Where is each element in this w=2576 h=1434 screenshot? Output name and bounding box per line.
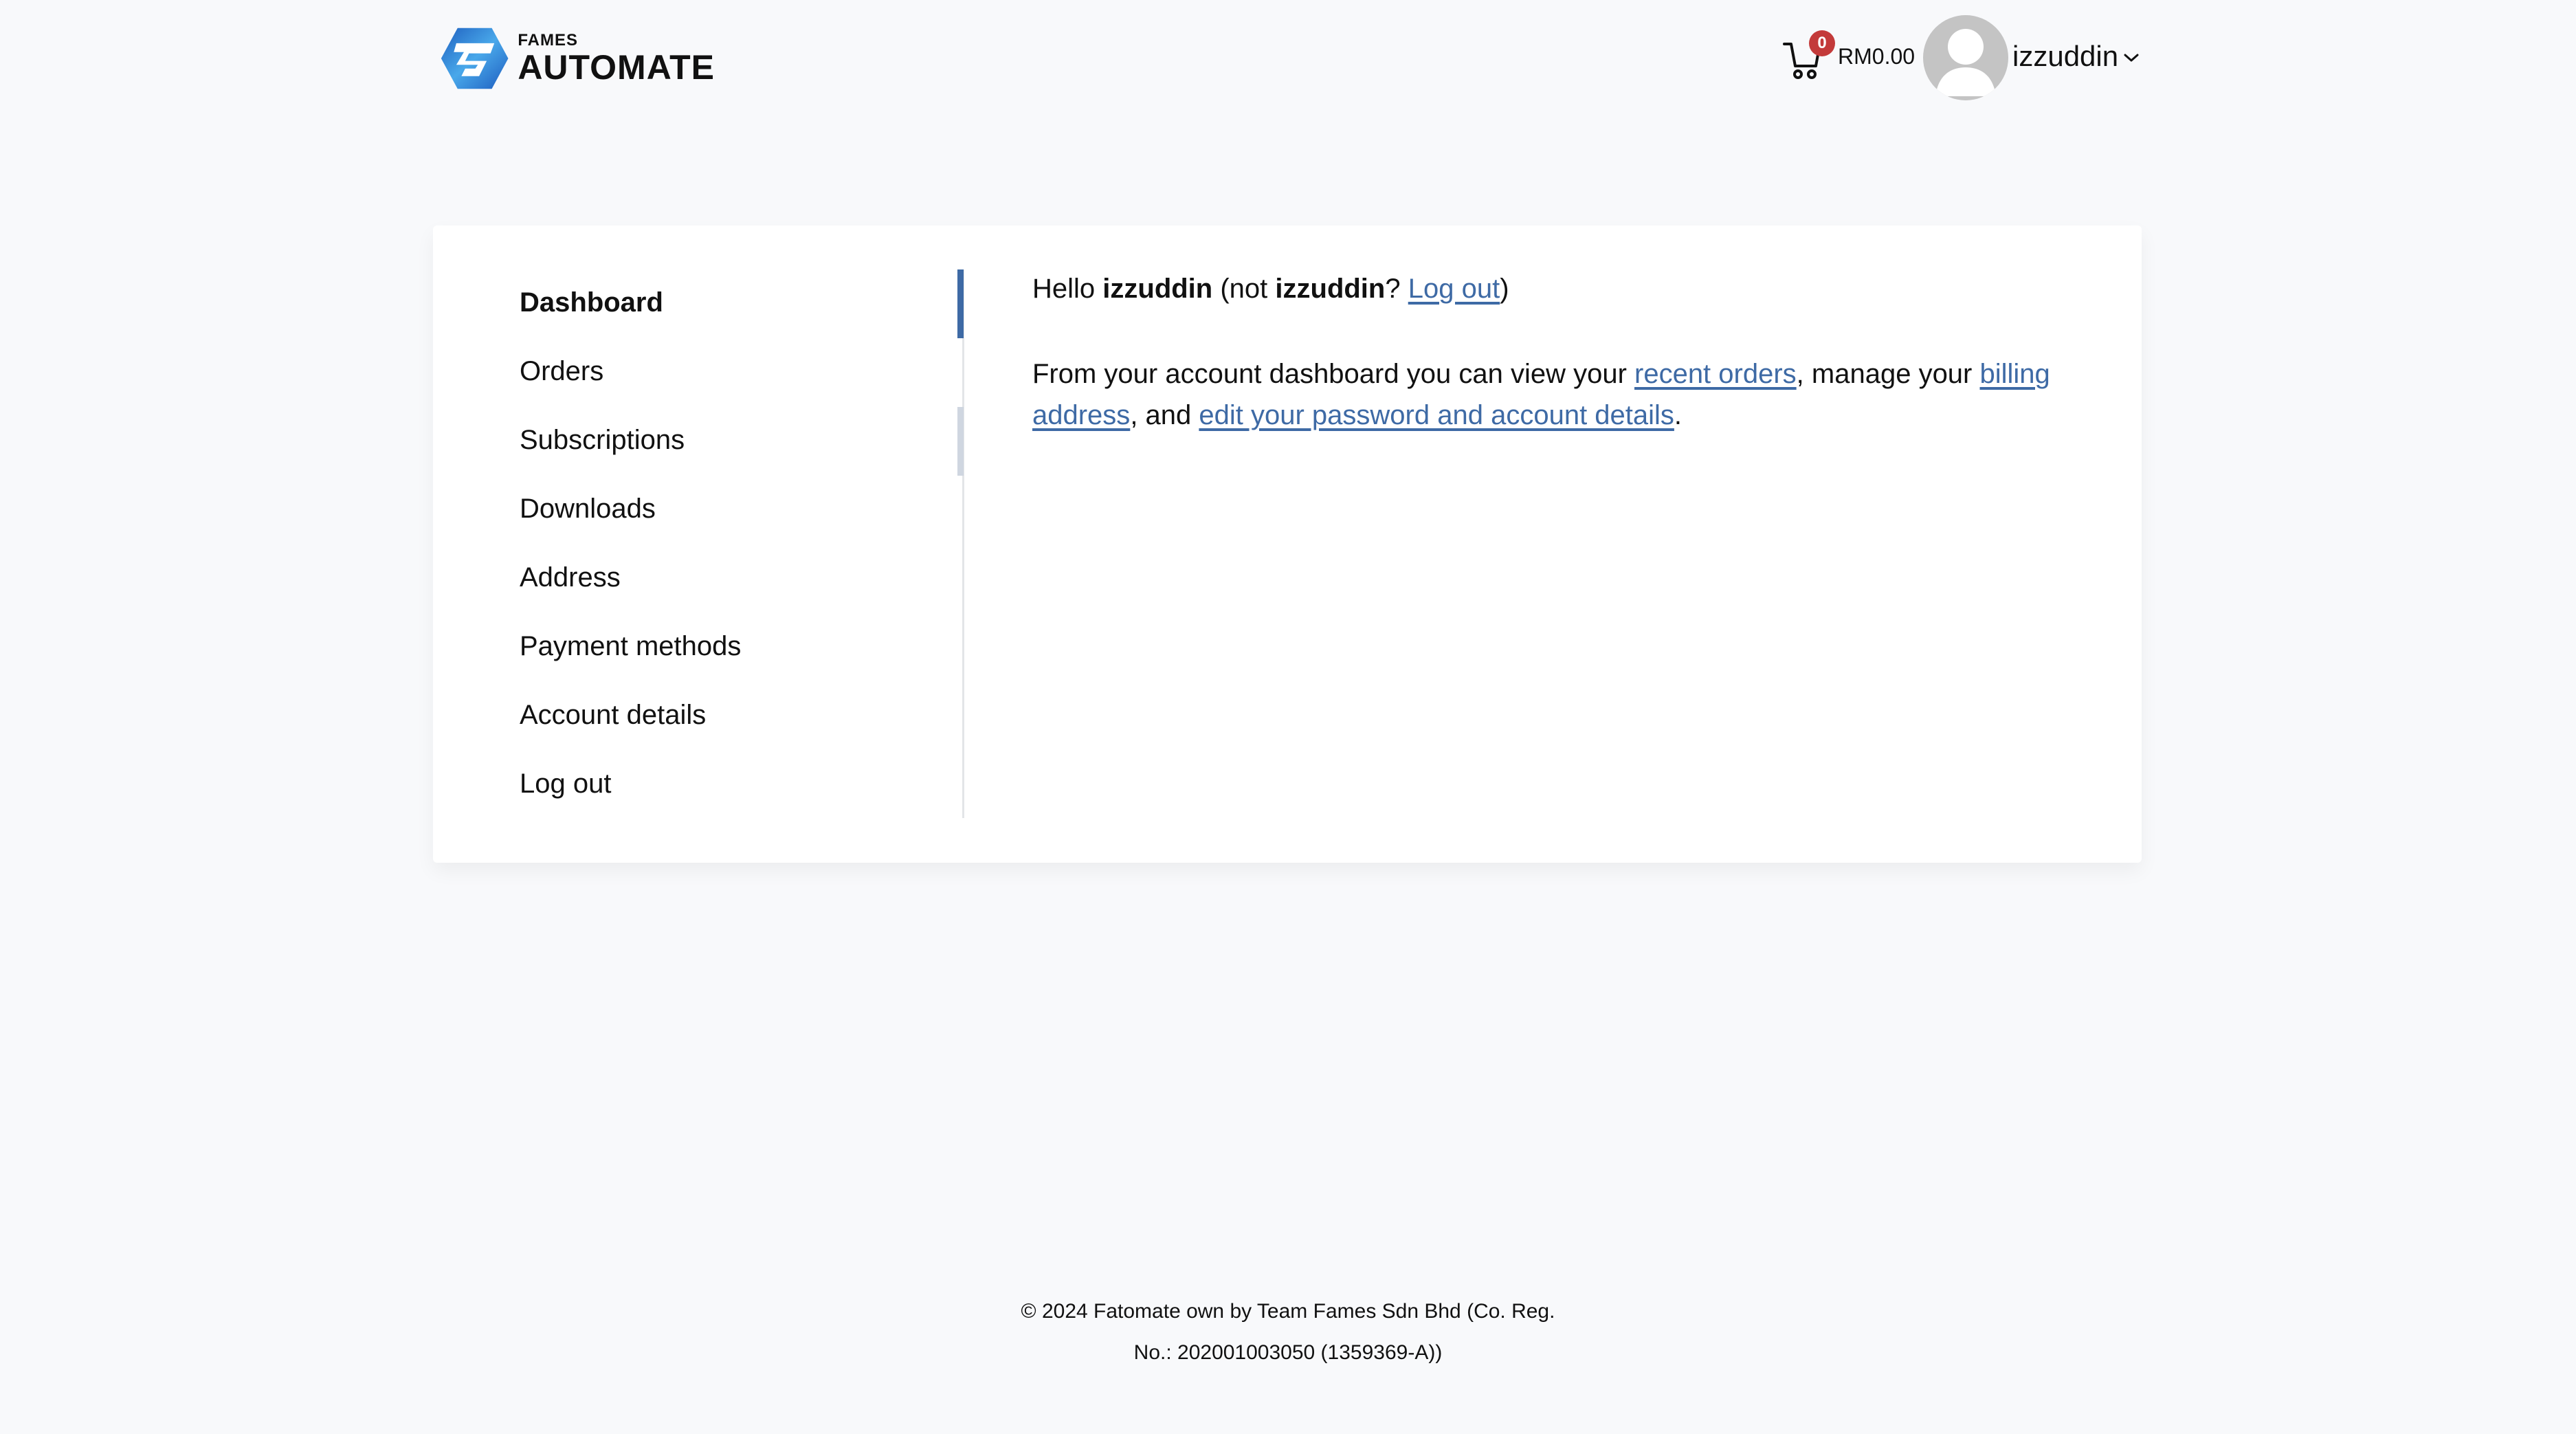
greeting-not-username: izzuddin [1275, 274, 1386, 304]
site-footer: © 2024 Fatomate own by Team Fames Sdn Bh… [0, 1291, 2576, 1374]
user-avatar-icon [1935, 29, 1996, 96]
greeting-logout-link[interactable]: Log out [1408, 274, 1500, 304]
cart-button[interactable]: 0 [1781, 30, 1835, 80]
active-nav-indicator [957, 269, 964, 338]
account-navigation: Dashboard Orders Subscriptions Downloads… [520, 268, 959, 818]
nav-item-account-details[interactable]: Account details [520, 681, 959, 749]
account-card: Dashboard Orders Subscriptions Downloads… [433, 225, 2142, 863]
footer-registration: No.: 202001003050 (1359369-A)) [1133, 1341, 1443, 1364]
recent-orders-link[interactable]: recent orders [1634, 359, 1797, 389]
hover-nav-indicator [957, 407, 964, 476]
nav-item-address[interactable]: Address [520, 543, 959, 612]
intro-text: From your account dashboard you can view… [1032, 359, 2050, 430]
nav-item-payment-methods[interactable]: Payment methods [520, 612, 959, 681]
edit-account-link[interactable]: edit your password and account details [1199, 400, 1674, 430]
site-logo[interactable]: FAMES AUTOMATE [440, 21, 715, 96]
logo-brand-small: FAMES [518, 31, 578, 49]
nav-item-downloads[interactable]: Downloads [520, 474, 959, 543]
nav-divider [962, 269, 964, 818]
nav-item-dashboard[interactable]: Dashboard [520, 268, 959, 337]
logo-hexagon-icon [441, 27, 509, 89]
cart-total[interactable]: RM0.00 [1838, 44, 1915, 69]
logo-brand-big: AUTOMATE [518, 48, 715, 87]
footer-copyright: © 2024 Fatomate own by Team Fames Sdn Bh… [1021, 1300, 1555, 1323]
nav-item-log-out[interactable]: Log out [520, 749, 959, 818]
user-menu-name[interactable]: izzuddin [2012, 40, 2118, 73]
nav-item-subscriptions[interactable]: Subscriptions [520, 406, 959, 474]
greeting-username: izzuddin [1102, 274, 1213, 304]
chevron-down-icon[interactable] [2122, 51, 2140, 65]
nav-item-orders[interactable]: Orders [520, 337, 959, 406]
user-avatar[interactable] [1923, 15, 2008, 100]
cart-count-badge: 0 [1809, 30, 1835, 56]
greeting-text: Hello izzuddin (not izzuddin? Log out) [1032, 274, 1509, 304]
dashboard-content: Hello izzuddin (not izzuddin? Log out) F… [1032, 268, 2077, 436]
